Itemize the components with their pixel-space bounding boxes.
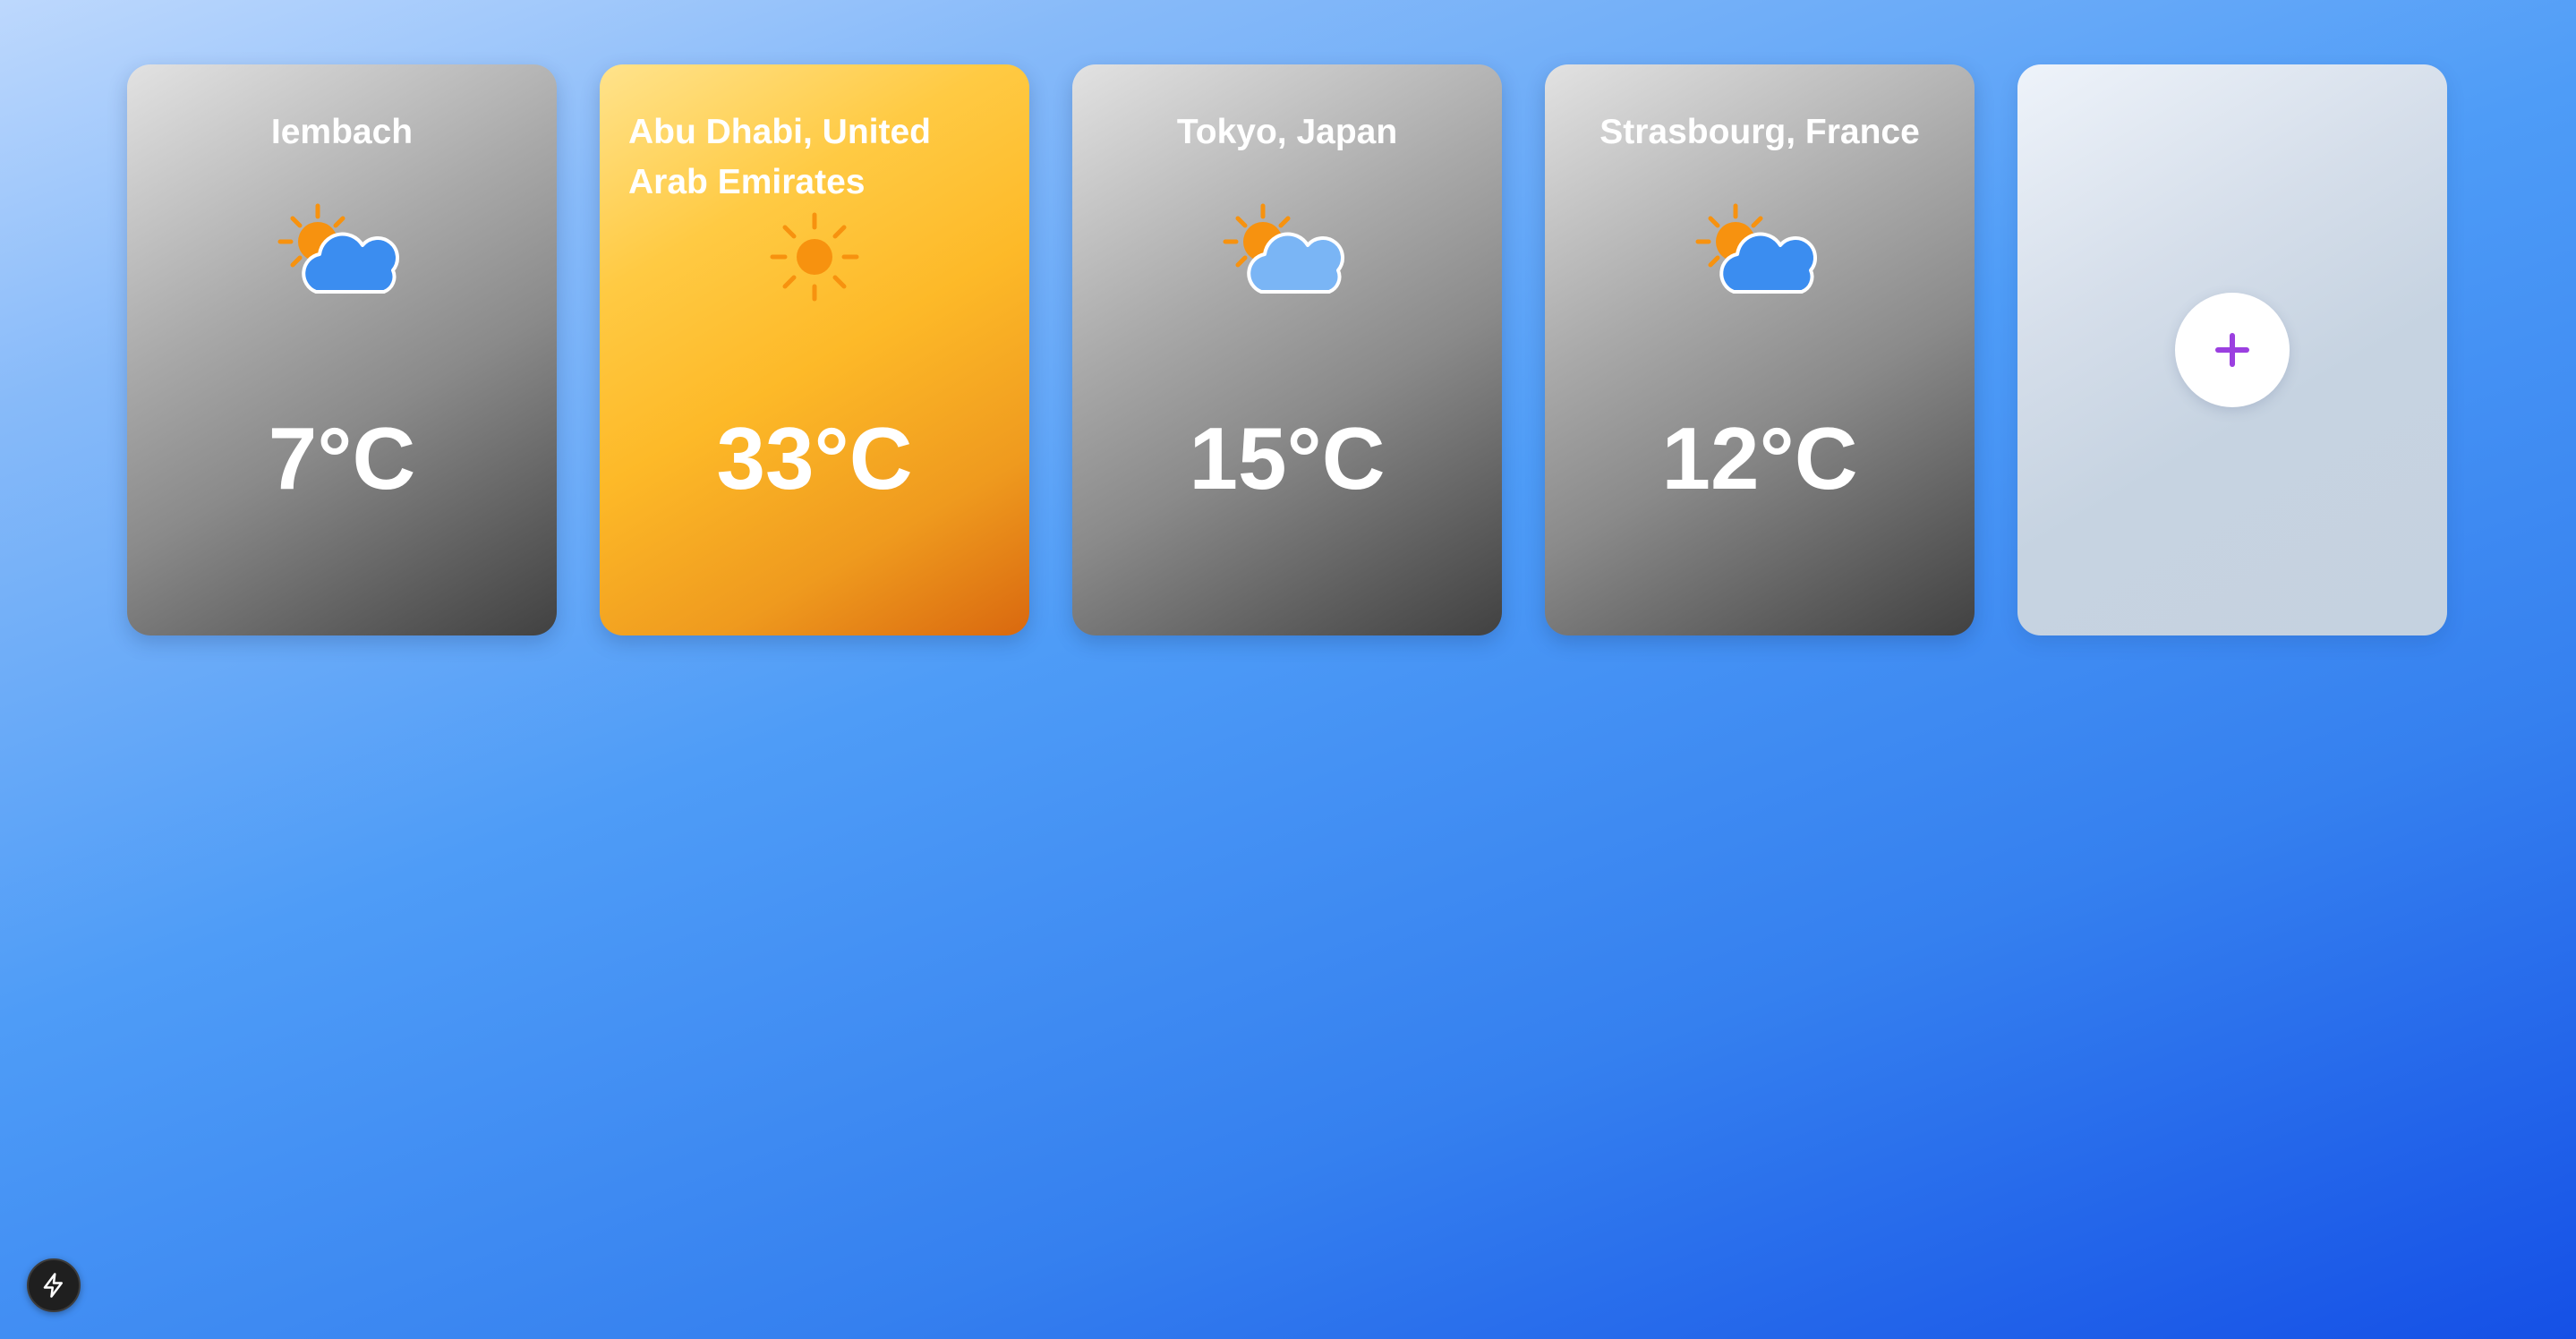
weather-card-abu-dhabi[interactable]: Abu Dhabi, United Arab Emirates 33°C <box>600 64 1029 635</box>
partly-cloudy-icon <box>1695 203 1818 294</box>
weather-card-list: Iembach 7°C Abu Dhabi, United Arab Emira… <box>127 64 2447 635</box>
temperature: 12°C <box>1661 409 1858 507</box>
partly-cloudy-icon <box>277 203 400 294</box>
partly-cloudy-icon <box>1223 203 1345 294</box>
lightning-fab-button[interactable] <box>27 1258 81 1312</box>
weather-card-tokyo[interactable]: Tokyo, Japan 15°C <box>1072 64 1502 635</box>
add-city-button[interactable] <box>2175 293 2290 407</box>
add-city-card <box>2017 64 2447 635</box>
city-name: Strasbourg, France <box>1599 113 1920 151</box>
plus-icon <box>2215 333 2249 367</box>
temperature: 33°C <box>716 409 913 507</box>
temperature: 15°C <box>1189 409 1386 507</box>
temperature: 7°C <box>268 409 416 507</box>
weather-card-strasbourg[interactable]: Strasbourg, France 12°C <box>1545 64 1975 635</box>
city-name: Iembach <box>270 113 414 151</box>
lightning-icon <box>43 1273 63 1298</box>
sun-icon <box>770 212 859 302</box>
city-name: Tokyo, Japan <box>1176 113 1398 151</box>
weather-card-iembach[interactable]: Iembach 7°C <box>127 64 557 635</box>
city-name: Abu Dhabi, United Arab Emirates <box>628 113 931 201</box>
